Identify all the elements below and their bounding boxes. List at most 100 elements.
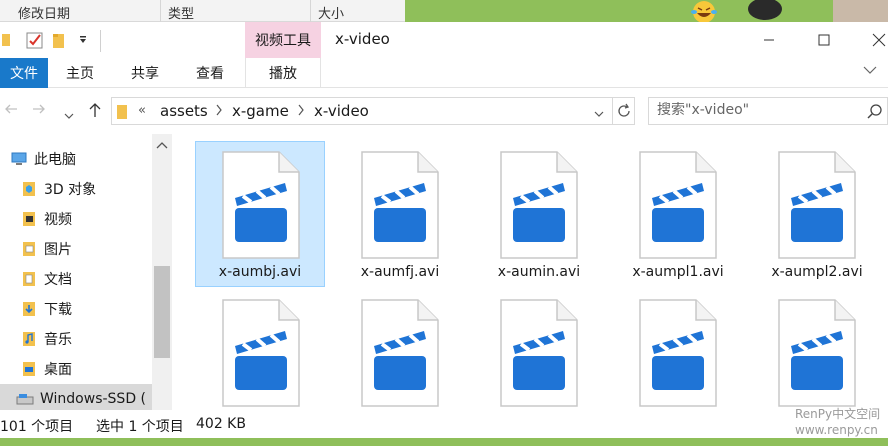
file-item[interactable] (196, 290, 326, 410)
tab-file[interactable]: 文件 (0, 58, 48, 88)
navigation-pane: 此电脑 3D 对象 视频 图片 文档 下载 音乐 桌面 Windows-SSD … (0, 134, 172, 414)
search-input[interactable] (657, 102, 877, 118)
file-item[interactable] (752, 290, 882, 410)
video-file-icon (499, 150, 579, 264)
refresh-icon[interactable] (616, 103, 632, 123)
file-item[interactable]: x-aumin.avi (474, 142, 604, 288)
address-history-chevron-icon[interactable] (594, 107, 604, 122)
overflow-chevron[interactable]: « (138, 103, 146, 118)
video-file-icon (638, 298, 718, 410)
search-icon[interactable] (867, 103, 883, 123)
address-bar[interactable]: « assets x-game x-video (111, 97, 635, 125)
drive-icon (16, 391, 34, 407)
background-photo (833, 0, 888, 22)
sidebar-item-label: 图片 (44, 242, 72, 258)
customize-toolbar-dropdown-icon[interactable] (78, 34, 88, 49)
file-item[interactable]: x-aumpl1.avi (613, 142, 743, 288)
status-item-count: 101 个项目 (0, 419, 74, 435)
3d-objects-icon (20, 181, 38, 197)
video-file-icon (777, 150, 857, 264)
scrollbar-thumb[interactable] (154, 266, 170, 358)
scroll-up-arrow-icon[interactable] (156, 138, 168, 153)
up-arrow-icon[interactable] (88, 102, 102, 122)
background-window-header: 修改日期 类型 大小 (0, 0, 888, 22)
sidebar-item-label: Windows-SSD ( (40, 391, 147, 407)
sidebar-item-this-pc[interactable]: 此电脑 (0, 144, 152, 174)
video-file-icon (499, 298, 579, 410)
file-item[interactable]: x-aumbj.avi (195, 141, 325, 287)
ribbon-tabs: 文件 主页 共享 查看 播放 (0, 58, 888, 88)
watermark-line-2: www.renpy.cn (795, 423, 878, 437)
file-name: x-aumpl1.avi (632, 264, 724, 280)
close-button[interactable] (856, 22, 888, 58)
file-item[interactable] (335, 290, 465, 410)
sidebar-item-downloads[interactable]: 下载 (0, 294, 152, 324)
video-file-icon (360, 150, 440, 264)
status-selection: 选中 1 个项目 (96, 419, 184, 435)
file-item[interactable]: x-aumpl2.avi (752, 142, 882, 288)
status-bar: 101 个项目 选中 1 个项目 402 KB (0, 410, 888, 438)
sidebar-item-music[interactable]: 音乐 (0, 324, 152, 354)
properties-checkmark-icon[interactable] (26, 32, 44, 54)
forward-arrow-icon[interactable] (32, 102, 46, 120)
address-divider (612, 98, 613, 124)
toolbar-divider (100, 30, 101, 52)
computer-icon (10, 151, 28, 167)
folder-address-icon (116, 104, 128, 124)
sidebar-scrollbar[interactable] (152, 134, 172, 410)
file-name: x-aumfj.avi (360, 264, 440, 280)
laughing-emoji-icon (684, 0, 724, 22)
sidebar-item-label: 桌面 (44, 362, 72, 378)
maximize-button[interactable] (801, 22, 847, 58)
watermark: RenPy中文空间 www.renpy.cn (795, 406, 880, 438)
breadcrumb-separator-icon[interactable] (215, 104, 223, 120)
tab-home[interactable]: 主页 (56, 58, 104, 88)
file-name: x-aumbj.avi (218, 264, 302, 280)
folder-small-icon[interactable] (2, 32, 12, 52)
column-divider (310, 0, 311, 22)
file-item[interactable] (613, 290, 743, 410)
documents-folder-icon (20, 271, 38, 287)
sidebar-item-3d-objects[interactable]: 3D 对象 (0, 174, 152, 204)
ribbon-expand-chevron-icon[interactable] (862, 64, 878, 80)
tab-view[interactable]: 查看 (186, 58, 234, 88)
pictures-folder-icon (20, 241, 38, 257)
sidebar-item-desktop[interactable]: 桌面 (0, 354, 152, 384)
tab-share[interactable]: 共享 (121, 58, 169, 88)
file-item[interactable] (474, 290, 604, 410)
recent-locations-chevron-icon[interactable] (64, 106, 74, 124)
video-folder-icon (20, 211, 38, 227)
column-date-modified: 修改日期 (18, 7, 71, 22)
breadcrumb-x-video[interactable]: x-video (314, 102, 369, 120)
window-title: x-video (335, 30, 390, 48)
tab-play[interactable]: 播放 (245, 58, 321, 88)
search-box[interactable] (648, 97, 888, 125)
video-file-icon (777, 298, 857, 410)
downloads-folder-icon (20, 301, 38, 317)
breadcrumb-x-game[interactable]: x-game (232, 102, 289, 120)
sidebar-item-videos[interactable]: 视频 (0, 204, 152, 234)
taskbar-strip (0, 438, 888, 446)
music-folder-icon (20, 331, 38, 347)
sidebar-item-documents[interactable]: 文档 (0, 264, 152, 294)
video-file-icon (221, 150, 301, 264)
column-size: 大小 (318, 7, 345, 22)
back-arrow-icon[interactable] (4, 102, 18, 120)
minimize-icon (764, 39, 774, 41)
minimize-button[interactable] (746, 22, 792, 58)
status-selection-size: 402 KB (196, 416, 246, 432)
video-file-icon (221, 298, 301, 410)
background-desktop (405, 0, 888, 22)
file-name: x-aumpl2.avi (771, 264, 863, 280)
close-icon (872, 33, 886, 47)
sidebar-item-pictures[interactable]: 图片 (0, 234, 152, 264)
video-tools-context-tab: 视频工具 (245, 22, 321, 58)
file-name: x-aumin.avi (497, 264, 581, 280)
breadcrumb-separator-icon[interactable] (297, 104, 305, 120)
breadcrumb-assets[interactable]: assets (160, 102, 208, 120)
sidebar-item-label: 视频 (44, 212, 72, 228)
sidebar-item-label: 3D 对象 (44, 182, 97, 198)
file-item[interactable]: x-aumfj.avi (335, 142, 465, 288)
new-folder-icon[interactable] (52, 32, 66, 54)
video-file-icon (638, 150, 718, 264)
